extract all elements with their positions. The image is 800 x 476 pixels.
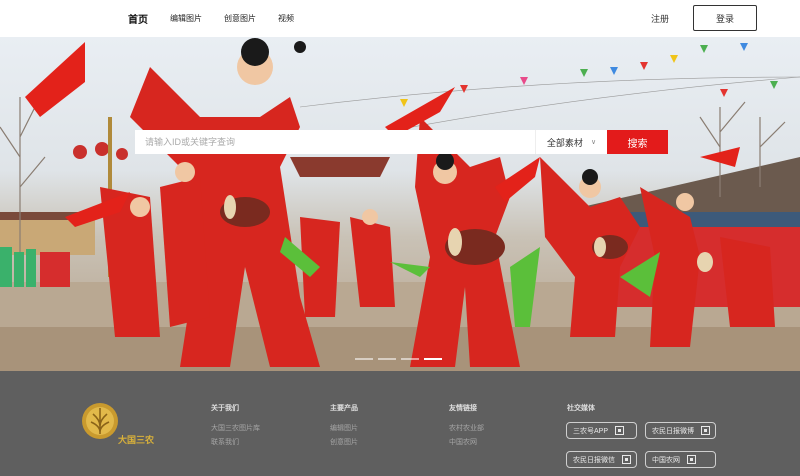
hero-photo <box>0 38 800 371</box>
register-link[interactable]: 注册 <box>651 12 669 25</box>
logo-text: 大国三农 <box>118 435 155 445</box>
nav-creative-images[interactable]: 创意图片 <box>224 13 256 24</box>
social-button-label: 农民日报微信 <box>573 456 615 464</box>
nav-home[interactable]: 首页 <box>128 11 148 26</box>
chevron-down-icon: ∨ <box>590 139 597 146</box>
carousel-dot-active[interactable] <box>424 358 442 360</box>
qr-code-icon <box>622 455 631 464</box>
footer-link[interactable]: 联系我们 <box>211 436 260 450</box>
social-button-label: 中国农网 <box>652 456 680 464</box>
search-button[interactable]: 搜索 <box>607 130 668 154</box>
footer-column-title: 友情链接 <box>449 405 477 412</box>
category-dropdown[interactable]: 全部素材 ∨ <box>535 130 607 154</box>
main-nav: 首页 编辑图片 创意图片 视频 <box>128 0 316 37</box>
qr-code-icon <box>687 455 696 464</box>
social-wechat-button[interactable]: 农民日报微信 <box>566 451 637 468</box>
login-button[interactable]: 登录 <box>693 5 757 31</box>
social-button-label: 农民日报微博 <box>652 427 694 435</box>
footer-about-column: 关于我们 大国三农图片库 联系我们 <box>211 403 260 450</box>
search-bar: 全部素材 ∨ 搜索 <box>135 130 668 154</box>
logo-icon <box>82 403 118 439</box>
footer-column-title: 关于我们 <box>211 405 239 412</box>
search-input[interactable] <box>135 130 535 154</box>
footer-products-column: 主要产品 编辑图片 创意图片 <box>330 403 358 450</box>
social-app-button[interactable]: 三农号APP <box>566 422 637 439</box>
footer-social-column: 社交媒体 <box>567 403 595 422</box>
site-footer: 大国三农 关于我们 大国三农图片库 联系我们 主要产品 编辑图片 创意图片 友情… <box>0 371 800 476</box>
nav-editorial-images[interactable]: 编辑图片 <box>170 13 202 24</box>
footer-link[interactable]: 编辑图片 <box>330 422 358 436</box>
carousel-indicators <box>355 358 447 360</box>
category-label: 全部素材 <box>546 137 583 148</box>
nav-videos[interactable]: 视频 <box>278 13 294 24</box>
carousel-dot[interactable] <box>378 358 396 360</box>
footer-link[interactable]: 农村农业部 <box>449 422 484 436</box>
social-button-label: 三农号APP <box>573 427 609 435</box>
carousel-dot[interactable] <box>401 358 419 360</box>
footer-column-title: 社交媒体 <box>567 405 595 412</box>
qr-code-icon <box>615 426 625 435</box>
footer-column-title: 主要产品 <box>330 405 358 412</box>
qr-code-icon <box>701 426 710 435</box>
social-weibo-button[interactable]: 农民日报微博 <box>645 422 716 439</box>
footer-friendly-links-column: 友情链接 农村农业部 中国农网 <box>449 403 484 450</box>
footer-link[interactable]: 中国农网 <box>449 436 484 450</box>
top-header: 首页 编辑图片 创意图片 视频 注册 登录 <box>0 0 800 37</box>
footer-link[interactable]: 大国三农图片库 <box>211 422 260 436</box>
carousel-dot[interactable] <box>355 358 373 360</box>
footer-link[interactable]: 创意图片 <box>330 436 358 450</box>
hero-banner: 全部素材 ∨ 搜索 <box>0 37 800 371</box>
social-farmnet-button[interactable]: 中国农网 <box>645 451 716 468</box>
